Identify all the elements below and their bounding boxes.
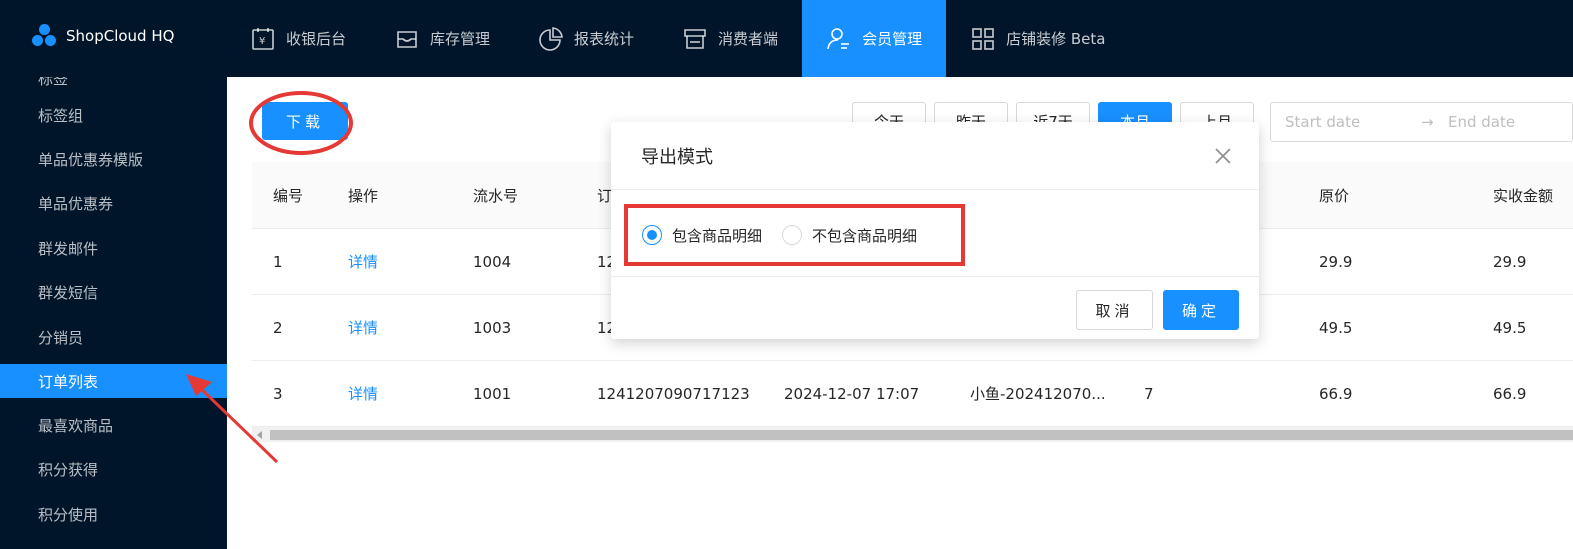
radio-exclude-details[interactable]: 不包含商品明细 [782,225,917,246]
nav-item-consumer[interactable]: 消费者端 [658,0,802,77]
cell-qty: 7 [1144,384,1154,403]
sidebar-item-label: 标签组 [38,106,84,125]
nav-label: 店铺装修 Beta [1006,30,1106,48]
cash-register-icon: ¥ [252,27,274,50]
radio-checked-icon[interactable] [642,225,662,245]
nav-item-members[interactable]: 会员管理 [802,0,947,77]
table-row: 3 详情 1001 1241207090717123 2024-12-07 17… [252,361,1573,427]
nav-label: 消费者端 [718,30,779,48]
sidebar-item-label: 积分使用 [38,505,99,524]
column-header[interactable]: 原价 [1298,185,1472,206]
cell-serial: 1003 [473,318,512,337]
inbox-icon [397,30,417,48]
cell-price: 29.9 [1319,252,1353,271]
main-nav: ¥ 收银后台 库存管理 报表统计 消费者端 会员管理 店铺装修 Beta [226,0,1129,77]
start-date-input[interactable]: Start date [1285,113,1421,131]
scrollbar-thumb[interactable] [270,430,1573,440]
cell-serial: 1001 [473,384,512,403]
detail-link[interactable]: 详情 [327,383,452,404]
sidebar-item-label: 群发邮件 [38,239,99,258]
column-header[interactable]: 操作 [327,185,452,206]
brand-logo-icon [32,24,58,48]
cancel-button[interactable]: 取消 [1076,290,1153,330]
nav-label: 报表统计 [574,30,635,48]
sidebar-item-label: 分销员 [38,328,84,347]
sidebar-item-label: 单品优惠券 [38,195,114,214]
radio-label: 不包含商品明细 [812,226,918,245]
modal-footer: 取消 确定 [611,277,1259,339]
sidebar-item-label: 单品优惠券模版 [38,151,144,170]
cell-price: 66.9 [1319,384,1353,403]
nav-label: 会员管理 [862,30,923,48]
sidebar-item-bulk-sms[interactable]: 群发短信 [0,271,227,315]
sidebar-item-coupon-template[interactable]: 单品优惠券模版 [0,137,227,181]
column-header[interactable]: 流水号 [452,185,576,206]
top-navigation-bar: ShopCloud HQ ¥ 收银后台 库存管理 报表统计 消费者端 会员管理 … [0,0,1573,77]
grid-icon [972,27,994,50]
sidebar-item-label: 标签 [38,77,69,88]
column-header[interactable]: 编号 [252,185,327,206]
cell-price: 49.5 [1319,318,1353,337]
member-icon [827,27,850,49]
brand[interactable]: ShopCloud HQ [32,24,174,48]
export-option-group: 包含商品明细 不包含商品明细 [624,204,965,266]
cell-serial: 1004 [473,252,512,271]
sidebar-item-coupon[interactable]: 单品优惠券 [0,182,227,226]
cell-paid: 49.5 [1493,318,1527,337]
cell-no: 1 [273,252,283,271]
cell-paid: 66.9 [1493,384,1527,403]
modal-header: 导出模式 [611,122,1259,190]
sidebar-item-label: 积分获得 [38,461,99,480]
sidebar-item-label: 群发短信 [38,284,99,303]
sidebar-item-label: 订单列表 [38,372,99,391]
nav-label: 库存管理 [430,30,491,48]
brand-name: ShopCloud HQ [66,27,175,45]
nav-item-store-design[interactable]: 店铺装修 Beta [946,0,1129,77]
nav-label: 收银后台 [286,30,347,48]
radio-include-details[interactable]: 包含商品明细 [642,225,762,246]
sidebar-item-tag-group[interactable]: 标签组 [0,93,227,137]
detail-link[interactable]: 详情 [327,251,452,272]
close-icon[interactable] [1211,144,1235,168]
svg-text:¥: ¥ [259,36,265,47]
radio-label: 包含商品明细 [672,226,763,245]
sidebar-item-tag[interactable]: 标签 [0,77,227,93]
end-date-input[interactable]: End date [1448,113,1515,131]
cell-paid: 29.9 [1493,252,1527,271]
sidebar-item-label: 最喜欢商品 [38,417,114,436]
cell-order: 1241207090717123 [597,384,750,403]
horizontal-scrollbar[interactable] [252,427,1573,442]
cell-name: 小鱼-202412070... [970,385,1106,403]
export-mode-modal: 导出模式 包含商品明细 不包含商品明细 取消 确定 [611,122,1259,339]
modal-title: 导出模式 [641,146,713,168]
shop-icon [684,28,706,49]
sidebar-item-points-used[interactable]: 积分使用 [0,492,227,536]
nav-item-cashier[interactable]: ¥ 收银后台 [226,0,370,77]
nav-item-reports[interactable]: 报表统计 [514,0,658,77]
cell-no: 2 [273,318,283,337]
arrow-right-icon: → [1421,113,1434,131]
sidebar-item-bulk-email[interactable]: 群发邮件 [0,226,227,270]
annotation-circle [249,91,353,155]
column-header[interactable]: 实收金额 [1472,185,1573,206]
detail-link[interactable]: 详情 [327,317,452,338]
annotation-arrow-icon [186,374,279,464]
confirm-button[interactable]: 确定 [1163,290,1239,330]
sidebar-item-distributor[interactable]: 分销员 [0,315,227,359]
radio-unchecked-icon[interactable] [782,225,803,245]
cell-time: 2024-12-07 17:07 [784,384,920,403]
nav-item-inventory[interactable]: 库存管理 [370,0,514,77]
modal-body: 包含商品明细 不包含商品明细 [611,191,1259,277]
date-range-picker[interactable]: Start date → End date [1270,102,1573,142]
pie-chart-icon [539,26,563,51]
